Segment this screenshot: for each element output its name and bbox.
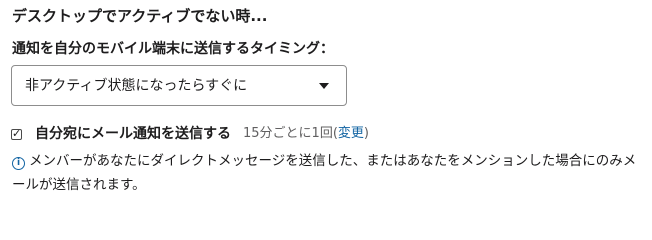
email-notification-row: ✓ 自分宛にメール通知を送信する 15分ごとに1回 (変更) (11, 124, 369, 144)
email-interval-text: 15分ごとに1回 (243, 126, 333, 141)
mobile-notification-label: 通知を自分のモバイル端末に送信するタイミング： (12, 41, 334, 57)
select-value: 非アクティブ状態になったらすぐに (25, 78, 248, 94)
mobile-notification-select[interactable]: 非アクティブ状態になったらすぐに (11, 65, 347, 106)
caret-down-icon (319, 83, 329, 89)
section-title: デスクトップでアクティブでない時... (12, 7, 268, 25)
info-message: i メンバーがあなたにダイレクトメッセージを送信した、またはあなたをメンションした… (12, 149, 648, 197)
info-text: メンバーがあなたにダイレクトメッセージを送信した、またはあなたをメンションした場… (12, 153, 637, 193)
change-link[interactable]: 変更 (338, 124, 364, 144)
checkmark-icon: ✓ (12, 126, 22, 140)
email-notification-checkbox[interactable]: ✓ (11, 127, 22, 140)
email-notification-label: 自分宛にメール通知を送信する (35, 126, 231, 142)
paren-close: ) (363, 126, 369, 141)
info-icon: i (12, 157, 25, 170)
